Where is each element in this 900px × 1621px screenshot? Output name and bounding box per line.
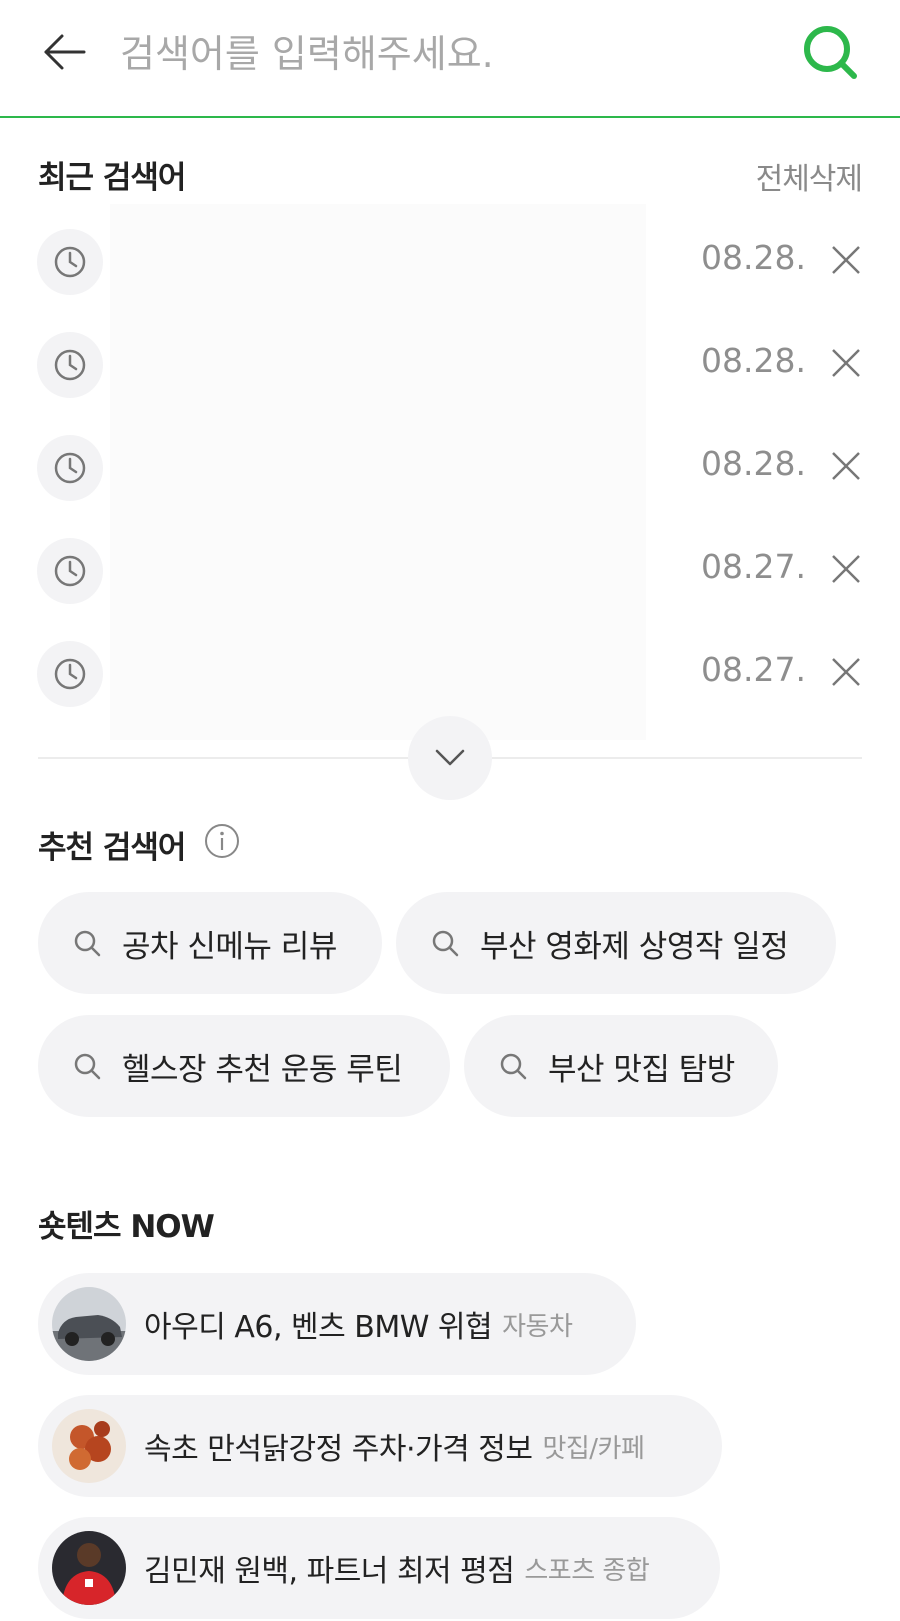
- shortents-category: 자동차: [502, 1311, 573, 1342]
- recommended-chip-label: 부산 영화제 상영작 일정: [480, 928, 789, 965]
- clock-icon: [37, 332, 103, 398]
- clock-icon: [37, 538, 103, 604]
- clock-icon: [37, 435, 103, 501]
- clear-all-button[interactable]: 전체삭제: [756, 154, 863, 198]
- shortents-category: 맛집/카페: [542, 1433, 645, 1464]
- search-header: [0, 0, 900, 118]
- food-thumbnail: [52, 1409, 126, 1483]
- recent-search-date: 08.28.: [701, 341, 806, 380]
- clock-icon: [37, 641, 103, 707]
- recent-search-date: 08.28.: [701, 444, 806, 483]
- recommended-searches-title: 추천 검색어: [38, 830, 186, 866]
- search-icon: [72, 928, 102, 958]
- shortents-item[interactable]: 김민재 원백, 파트너 최저 평점 스포츠 종합: [38, 1517, 720, 1619]
- shortents-now-title: 숏텐츠 NOW: [38, 1209, 215, 1245]
- recent-search-date: 08.27.: [701, 650, 806, 689]
- recommended-chip[interactable]: 공차 신메뉴 리뷰: [38, 892, 382, 994]
- shortents-title: 속초 만석닭강정 주차·가격 정보: [144, 1432, 533, 1467]
- delete-recent-button[interactable]: [826, 652, 866, 692]
- search-button[interactable]: [802, 24, 860, 82]
- chevron-down-icon: [435, 749, 465, 766]
- recommended-chip-label: 헬스장 추천 운동 루틴: [122, 1051, 403, 1088]
- recommended-chip[interactable]: 부산 영화제 상영작 일정: [396, 892, 836, 994]
- expand-recent-button[interactable]: [408, 716, 492, 800]
- car-thumbnail: [52, 1287, 126, 1361]
- search-icon: [72, 1051, 102, 1081]
- close-icon: [832, 555, 860, 583]
- back-button[interactable]: [36, 24, 92, 80]
- arrow-left-icon: [44, 34, 86, 70]
- recommended-chip-label: 부산 맛집 탐방: [548, 1051, 735, 1088]
- recent-searches-title: 최근 검색어: [38, 160, 186, 196]
- delete-recent-button[interactable]: [826, 240, 866, 280]
- delete-recent-button[interactable]: [826, 549, 866, 589]
- close-icon: [832, 452, 860, 480]
- search-icon: [804, 26, 857, 79]
- recommended-chip[interactable]: 부산 맛집 탐방: [464, 1015, 778, 1117]
- search-input[interactable]: [120, 26, 760, 82]
- recent-search-date: 08.28.: [701, 238, 806, 277]
- close-icon: [832, 658, 860, 686]
- player-thumbnail: [52, 1531, 126, 1605]
- delete-recent-button[interactable]: [826, 446, 866, 486]
- shortents-item[interactable]: 아우디 A6, 벤츠 BMW 위협 자동차: [38, 1273, 636, 1375]
- info-icon[interactable]: [204, 823, 240, 859]
- shortents-title: 아우디 A6, 벤츠 BMW 위협: [144, 1310, 493, 1345]
- close-icon: [832, 349, 860, 377]
- recommended-chip[interactable]: 헬스장 추천 운동 루틴: [38, 1015, 450, 1117]
- redaction-mask: [110, 204, 646, 740]
- recommended-chip-label: 공차 신메뉴 리뷰: [122, 928, 337, 965]
- search-icon: [498, 1051, 528, 1081]
- close-icon: [832, 246, 860, 274]
- recent-search-date: 08.27.: [701, 547, 806, 586]
- shortents-category: 스포츠 종합: [524, 1555, 650, 1586]
- shortents-title: 김민재 원백, 파트너 최저 평점: [144, 1554, 515, 1589]
- clock-icon: [37, 229, 103, 295]
- search-icon: [430, 928, 460, 958]
- delete-recent-button[interactable]: [826, 343, 866, 383]
- shortents-item[interactable]: 속초 만석닭강정 주차·가격 정보 맛집/카페: [38, 1395, 722, 1497]
